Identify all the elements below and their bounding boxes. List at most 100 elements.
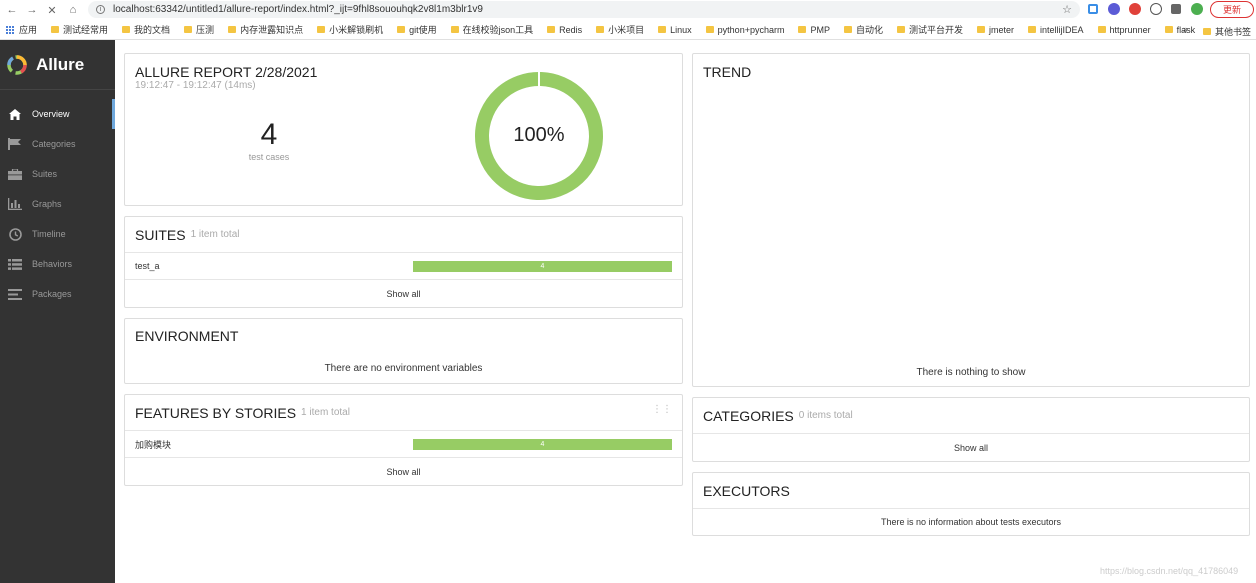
stop-icon[interactable]: ✕ [42,0,62,20]
features-widget: FEATURES BY STORIES 1 item total ⋮⋮ 加购模块… [124,394,683,486]
summary-widget: ALLURE REPORT 2/28/2021 19:12:47 - 19:12… [124,53,683,206]
suite-status-bar[interactable]: 4 [413,260,672,272]
brand[interactable]: Allure [0,40,115,90]
executors-widget: EXECUTORS There is no information about … [692,472,1250,536]
folder-icon [596,26,605,33]
update-button[interactable]: 更新 [1210,1,1254,18]
sidebar-item-label: Behaviors [32,259,73,269]
sidebar: Allure Overview Categories Suites Graphs… [0,40,115,583]
bookmark-item[interactable]: Linux [658,25,692,35]
features-count: 1 item total [301,407,350,418]
suites-widget: SUITES 1 item total test_a 4 Show all [124,216,683,308]
home-browser-icon[interactable]: ⌂ [63,0,83,20]
bookmark-item[interactable]: 测试平台开发 [897,23,963,36]
bookmark-item[interactable]: intellijIDEA [1028,25,1084,35]
bookmark-item[interactable]: flask [1164,25,1195,35]
folder-icon [798,26,807,33]
bookmark-item[interactable]: python+pycharm [705,25,784,35]
sidebar-item-label: Suites [32,169,58,179]
profile-avatar-icon[interactable] [1191,3,1203,15]
folder-icon [1203,28,1211,35]
apps-grid-icon[interactable] [6,25,14,34]
bookmarks-bar: 应用 测试经常用 我的文档 压测 内存泄露知识点 小米解锁刷机 git使用 在线… [0,20,1256,40]
categories-widget: CATEGORIES 0 items total Show all [692,397,1250,462]
bookmark-item[interactable]: PMP [798,25,830,35]
sidebar-item-label: Categories [32,139,76,149]
bookmark-item[interactable]: 小米项目 [596,23,644,36]
categories-title: CATEGORIES [703,407,794,424]
bookmark-item[interactable]: httprunner [1097,25,1151,35]
sidebar-item-behaviors[interactable]: Behaviors [0,249,115,279]
bookmark-item[interactable]: jmeter [977,25,1014,35]
back-icon[interactable]: ← [2,0,22,20]
more-bookmarks-button[interactable]: » [1183,24,1188,34]
suites-count: 1 item total [190,229,240,240]
info-icon[interactable]: i [96,5,105,14]
folder-icon [897,26,905,33]
other-bookmarks[interactable]: 其他书签 [1203,25,1251,38]
suite-name: test_a [135,261,160,271]
categories-show-all-link[interactable]: Show all [693,434,1249,461]
folder-icon [450,26,459,33]
sidebar-item-categories[interactable]: Categories [0,129,115,159]
pass-rate-value: 100% [513,124,565,146]
sidebar-item-timeline[interactable]: Timeline [0,219,115,249]
extension-block-icon[interactable] [1129,3,1141,15]
bar-chart-icon [8,197,22,211]
bookmark-item[interactable]: 自动化 [843,23,883,36]
bookmark-item[interactable]: 小米解锁刷机 [317,23,383,36]
sidebar-item-graphs[interactable]: Graphs [0,189,115,219]
folder-icon [317,26,326,33]
folder-icon [122,26,131,33]
sidebar-item-label: Packages [32,289,72,299]
sidebar-item-suites[interactable]: Suites [0,159,115,189]
folder-icon [658,26,667,33]
drag-handle-icon[interactable]: ⋮⋮ [652,404,672,415]
bookmark-item[interactable]: Redis [547,25,582,35]
home-icon [8,107,22,121]
feature-name: 加购模块 [135,439,172,450]
folder-icon [1097,26,1106,33]
report-time-range: 19:12:47 - 19:12:47 (14ms) [135,80,256,91]
bookmark-item[interactable]: 应用 [19,23,37,36]
sidebar-item-label: Overview [32,109,70,119]
folder-icon [397,26,406,33]
table-row[interactable]: 加购模块 4 [125,431,682,458]
folder-icon [51,26,60,33]
bookmark-item[interactable]: 在线校验json工具 [450,23,533,36]
categories-count: 0 items total [798,410,853,421]
bookmark-item[interactable]: git使用 [397,23,437,36]
suites-show-all-link[interactable]: Show all [125,280,682,307]
extension-chart-icon[interactable] [1088,4,1098,14]
features-show-all-link[interactable]: Show all [125,458,682,485]
bookmark-item[interactable]: 压测 [184,23,214,36]
bookmark-item[interactable]: 内存泄露知识点 [228,23,303,36]
url-bar[interactable]: i localhost:63342/untitled1/allure-repor… [88,1,1080,18]
extension-gear-icon[interactable] [1108,3,1120,15]
sidebar-item-label: Timeline [32,229,66,239]
environment-title: ENVIRONMENT [135,328,239,344]
puzzle-icon[interactable] [1171,4,1181,14]
trend-widget: TREND There is nothing to show [692,53,1250,387]
feature-status-bar[interactable]: 4 [413,438,672,450]
environment-widget: ENVIRONMENT There are no environment var… [124,318,683,384]
lines-icon [8,287,22,301]
categories-header: CATEGORIES 0 items total [693,398,1249,434]
briefcase-icon [8,167,22,181]
folder-icon [843,26,852,33]
sidebar-item-packages[interactable]: Packages [0,279,115,309]
sidebar-item-overview[interactable]: Overview [0,99,115,129]
environment-message: There are no environment variables [324,362,483,374]
folder-icon [977,26,986,33]
folder-icon [1028,26,1037,33]
extension-code-icon[interactable] [1150,3,1162,15]
bookmark-item[interactable]: 我的文档 [122,23,170,36]
bookmark-item[interactable]: 测试经常用 [51,23,108,36]
suites-title: SUITES [135,226,186,243]
flag-icon [8,137,22,151]
executors-title: EXECUTORS [703,482,790,499]
watermark: https://blog.csdn.net/qq_41786049 [1100,566,1239,576]
forward-icon[interactable]: → [22,0,42,20]
star-icon[interactable]: ☆ [1062,3,1072,16]
table-row[interactable]: test_a 4 [125,253,682,280]
